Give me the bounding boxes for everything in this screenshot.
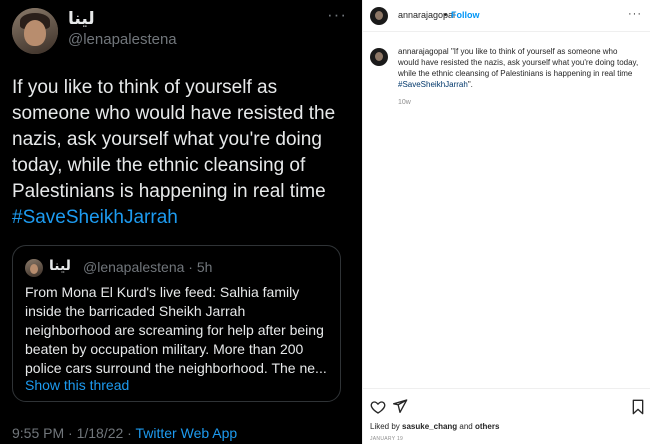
caption-author-username[interactable]: annarajagopal	[398, 47, 449, 56]
quoted-tweet-text: From Mona El Kurd's live feed: Salhia fa…	[25, 283, 337, 378]
liked-by-user[interactable]: sasuke_chang	[402, 422, 457, 431]
tweet-avatar[interactable]	[12, 8, 58, 54]
post-options-icon[interactable]: ···	[628, 8, 642, 20]
quoted-tweet-text-line: inside the barricaded Sheikh Jarrah	[25, 303, 246, 319]
quoted-tweet-text-line: From Mona El Kurd's live feed: Salhia fa…	[25, 284, 300, 300]
liked-by-prefix: Liked by	[370, 422, 403, 431]
quoted-tweet-display-name: لينا	[49, 258, 71, 274]
tweet-card: لينا @lenapalestena ··· If you like to t…	[0, 0, 362, 444]
tweet-footer: 9:55 PM · 1/18/22 · Twitter Web App	[12, 425, 237, 441]
quoted-tweet-text-line: beaten by occupation military. More than…	[25, 341, 304, 357]
caption-end: ".	[467, 80, 473, 89]
quoted-tweet-text-line: neighborhood are screaming for help afte…	[25, 322, 324, 338]
liked-by-mid: and	[457, 422, 475, 431]
caption-text-line: while the ethnic cleansing of Palestinia…	[398, 69, 633, 78]
tweet-hashtag-link[interactable]: #SaveSheikhJarrah	[12, 205, 357, 231]
show-thread-link[interactable]: Show this thread	[25, 377, 129, 393]
caption-time-ago: 10w	[398, 99, 411, 106]
heart-icon[interactable]	[370, 399, 386, 415]
post-caption: annarajagopal "If you like to think of y…	[398, 46, 646, 90]
tweet-handle[interactable]: @lenapalestena	[68, 31, 177, 48]
quoted-tweet-text-line: police cars surround the neighborhood. T…	[25, 360, 327, 376]
quoted-tweet-handle-time: @lenapalestena · 5h	[83, 259, 213, 275]
tweet-source-link[interactable]: Twitter Web App	[135, 425, 237, 441]
caption-author-avatar[interactable]	[370, 48, 388, 66]
tweet-timestamp[interactable]: 9:55 PM · 1/18/22 ·	[12, 425, 135, 441]
caption-text-line: "If you like to think of yourself as som…	[450, 47, 618, 56]
follow-button[interactable]: Follow	[451, 10, 480, 20]
bookmark-icon[interactable]	[631, 399, 645, 415]
tweet-more-icon[interactable]: ···	[327, 5, 347, 25]
post-date: JANUARY 19	[370, 436, 404, 442]
tweet-text-line: If you like to think of yourself as	[12, 77, 278, 98]
instagram-post-panel: annarajagopal • Follow ··· annarajagopal…	[362, 0, 650, 444]
separator-dot: •	[444, 10, 448, 20]
liked-by-others-link[interactable]: others	[475, 422, 499, 431]
tweet-display-name[interactable]: لينا	[68, 9, 95, 29]
caption-hashtag-link[interactable]: #SaveSheikhJarrah	[398, 80, 468, 89]
send-icon[interactable]	[392, 398, 408, 414]
tweet-text-line: someone who would have resisted the	[12, 103, 336, 124]
post-author-avatar[interactable]	[370, 7, 388, 25]
quoted-tweet[interactable]: لينا @lenapalestena · 5h From Mona El Ku…	[12, 245, 341, 402]
tweet-text: If you like to think of yourself as some…	[12, 75, 357, 231]
tweet-text-line: today, while the ethnic cleansing of	[12, 155, 306, 176]
tweet-text-line: Palestinians is happening in real time	[12, 181, 326, 202]
caption-text-line: would have resisted the nazis, ask yours…	[398, 58, 639, 67]
quoted-tweet-avatar	[25, 259, 43, 277]
tweet-text-line: nazis, ask yourself what you're doing	[12, 129, 322, 150]
likes-summary: Liked by sasuke_chang and others	[370, 422, 499, 431]
post-header: annarajagopal • Follow ···	[363, 0, 650, 32]
post-actions: Liked by sasuke_chang and others JANUARY…	[363, 388, 650, 444]
